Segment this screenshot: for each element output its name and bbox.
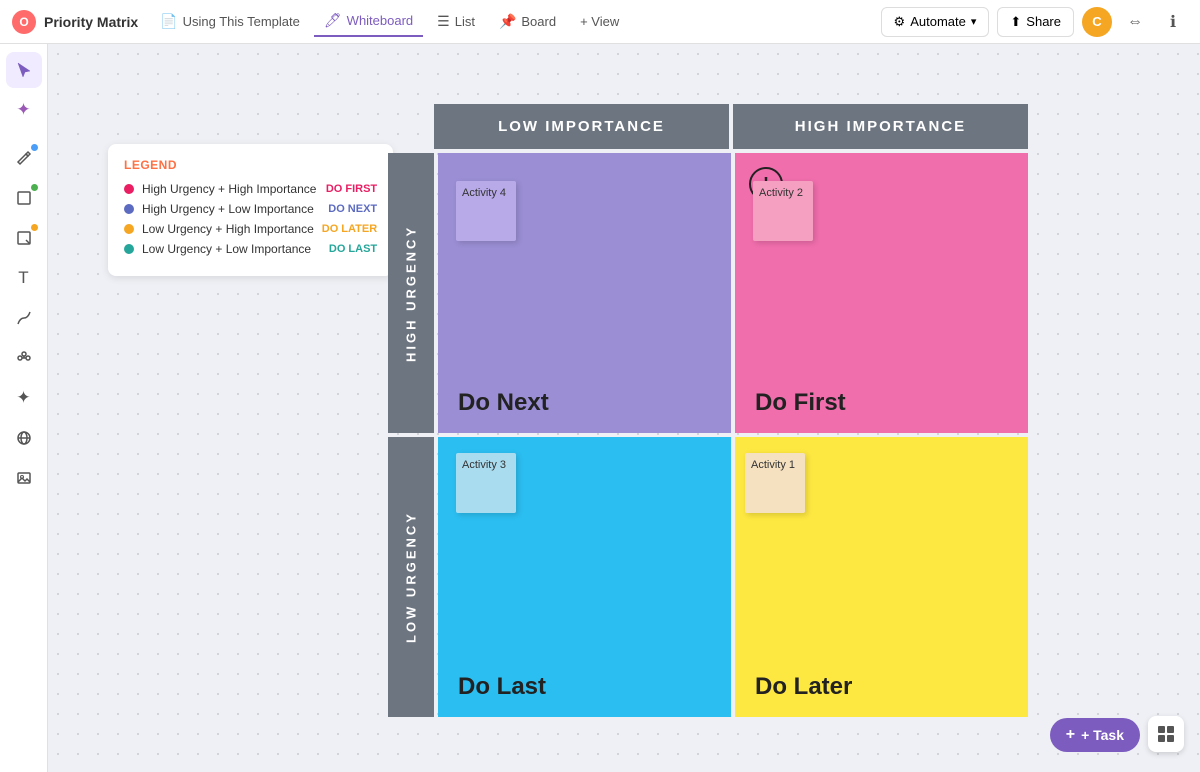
select-tool[interactable]	[6, 52, 42, 88]
draw-tool[interactable]	[6, 300, 42, 336]
matrix-row-high: Activity 4 Do Next ! Activity 2 Do First	[438, 153, 1028, 433]
cell-do-first[interactable]: ! Activity 2 Do First	[735, 153, 1028, 433]
tab-view[interactable]: + View	[570, 8, 629, 35]
app-title: Priority Matrix	[44, 14, 138, 30]
cell-do-next[interactable]: Activity 4 Do Next	[438, 153, 731, 433]
text-tool[interactable]: T	[6, 260, 42, 296]
legend-panel: LEGEND High Urgency + High Importance DO…	[108, 144, 393, 276]
note-tool[interactable]	[6, 220, 42, 256]
task-label: + Task	[1081, 727, 1124, 743]
activity3-note[interactable]: Activity 3	[456, 453, 516, 513]
col-header-high: HIGH IMPORTANCE	[733, 104, 1028, 149]
board-icon: 📌	[499, 13, 516, 30]
nav-right: ⚙ Automate ▾ ⬆ Share C ⇔ ℹ	[881, 7, 1188, 37]
do-later-label: Do Later	[755, 673, 852, 701]
automate-icon: ⚙	[894, 14, 906, 30]
activity4-label: Activity 4	[462, 187, 506, 199]
legend-item-next: High Urgency + Low Importance DO NEXT	[124, 202, 377, 216]
legend-label-next: High Urgency + Low Importance	[142, 202, 320, 216]
legend-dot-first	[124, 184, 134, 194]
tab-using-template[interactable]: 📄 Using This Template	[150, 7, 310, 36]
legend-dot-last	[124, 244, 134, 254]
matrix-grid: HIGH URGENCY LOW URGENCY Activity 4 Do N…	[388, 149, 1028, 717]
legend-dot-later	[124, 224, 134, 234]
user-avatar: C	[1082, 7, 1112, 37]
left-toolbar: ✦ T ✦	[0, 44, 48, 772]
grid-icon	[1157, 725, 1175, 743]
activity3-label: Activity 3	[462, 459, 506, 471]
legend-tag-next: DO NEXT	[328, 203, 377, 215]
info-icon[interactable]: ℹ	[1158, 7, 1188, 37]
nav-tabs: 📄 Using This Template 🖊 Whiteboard ☰ Lis…	[150, 6, 872, 37]
activity1-label: Activity 1	[751, 459, 795, 471]
share-button[interactable]: ⬆ Share	[997, 7, 1074, 37]
do-first-label: Do First	[755, 389, 846, 417]
legend-dot-next	[124, 204, 134, 214]
image-tool[interactable]	[6, 460, 42, 496]
cell-do-last[interactable]: Activity 3 Do Last	[438, 437, 731, 717]
row-labels: HIGH URGENCY LOW URGENCY	[388, 153, 434, 717]
legend-tag-first: DO FIRST	[326, 183, 377, 195]
canvas-area[interactable]: LEGEND High Urgency + High Importance DO…	[48, 44, 1200, 772]
top-nav: O Priority Matrix 📄 Using This Template …	[0, 0, 1200, 44]
legend-item-last: Low Urgency + Low Importance DO LAST	[124, 242, 377, 256]
cell-do-later[interactable]: Activity 1 Do Later	[735, 437, 1028, 717]
grid-view-button[interactable]	[1148, 716, 1184, 752]
activity1-note[interactable]: Activity 1	[745, 453, 805, 513]
whiteboard-icon: 🖊	[324, 12, 342, 29]
tab-list[interactable]: ☰ List	[427, 7, 485, 36]
shape-tool[interactable]	[6, 180, 42, 216]
globe-tool[interactable]	[6, 420, 42, 456]
main-area: ✦ T ✦ LEGEND	[0, 44, 1200, 772]
activity2-label: Activity 2	[759, 187, 803, 199]
legend-title: LEGEND	[124, 158, 377, 172]
priority-matrix: LOW IMPORTANCE HIGH IMPORTANCE HIGH URGE…	[388, 104, 1028, 754]
activity4-note[interactable]: Activity 4	[456, 181, 516, 241]
magic-tool[interactable]: ✦	[6, 92, 42, 128]
plus-icon: +	[1066, 726, 1075, 744]
share-icon: ⬆	[1010, 14, 1021, 30]
connect-tool[interactable]	[6, 340, 42, 376]
column-headers: LOW IMPORTANCE HIGH IMPORTANCE	[434, 104, 1028, 149]
automate-button[interactable]: ⚙ Automate ▾	[881, 7, 990, 37]
tab-board[interactable]: 📌 Board	[489, 7, 566, 36]
matrix-row-low: Activity 3 Do Last Activity 1 Do Later	[438, 437, 1028, 717]
app-logo: O	[12, 10, 36, 34]
matrix-cells: Activity 4 Do Next ! Activity 2 Do First	[438, 153, 1028, 717]
do-last-label: Do Last	[458, 673, 546, 701]
tab-whiteboard[interactable]: 🖊 Whiteboard	[314, 6, 423, 37]
pen-tool[interactable]	[6, 140, 42, 176]
row-label-high-urgency: HIGH URGENCY	[388, 153, 434, 433]
legend-tag-later: DO LATER	[322, 223, 377, 235]
legend-label-later: Low Urgency + High Importance	[142, 222, 314, 236]
list-icon: ☰	[437, 13, 450, 30]
row-label-low-urgency: LOW URGENCY	[388, 437, 434, 717]
legend-tag-last: DO LAST	[329, 243, 377, 255]
activity2-note[interactable]: Activity 2	[753, 181, 813, 241]
ai-tool[interactable]: ✦	[6, 380, 42, 416]
legend-item-first: High Urgency + High Importance DO FIRST	[124, 182, 377, 196]
expand-icon[interactable]: ⇔	[1120, 7, 1150, 37]
legend-label-first: High Urgency + High Importance	[142, 182, 318, 196]
add-task-button[interactable]: + + Task	[1050, 718, 1140, 752]
legend-label-last: Low Urgency + Low Importance	[142, 242, 321, 256]
col-header-low: LOW IMPORTANCE	[434, 104, 729, 149]
template-icon: 📄	[160, 13, 177, 30]
do-next-label: Do Next	[458, 389, 549, 417]
automate-chevron: ▾	[971, 15, 977, 28]
legend-item-later: Low Urgency + High Importance DO LATER	[124, 222, 377, 236]
